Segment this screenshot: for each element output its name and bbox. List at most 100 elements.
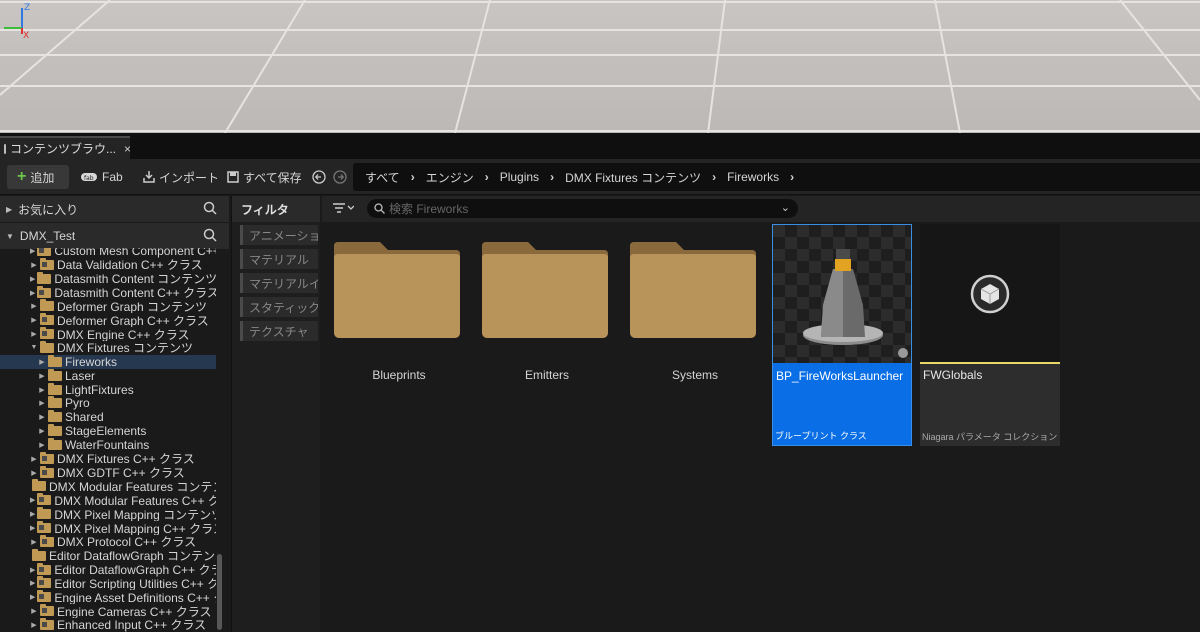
chevron-right-icon[interactable]: › — [790, 170, 794, 184]
search-icon[interactable] — [203, 228, 217, 242]
filter-chip[interactable]: アニメーション — [240, 225, 318, 245]
tree-item[interactable]: ▶ Custom Mesh Component C++ — [0, 248, 216, 258]
history-back-button[interactable] — [312, 165, 326, 189]
folder-blueprints[interactable]: Blueprints — [322, 226, 470, 386]
chevron-right-icon[interactable]: ▶ — [38, 427, 46, 435]
chevron-right-icon[interactable]: ▶ — [30, 607, 38, 615]
filter-panel: フィルタ アニメーション マテリアル マテリアルインスタンス スタティックメッシ… — [231, 196, 320, 632]
chevron-right-icon[interactable]: ▶ — [30, 330, 38, 338]
tree-item[interactable]: ▶ Shared — [0, 410, 216, 424]
chevron-right-icon[interactable]: ▶ — [30, 316, 38, 324]
chevron-down-icon[interactable]: ▼ — [30, 344, 38, 351]
level-viewport[interactable]: Z X — [0, 0, 1200, 133]
filter-chip[interactable]: マテリアルインスタンス — [240, 273, 318, 293]
chevron-right-icon[interactable]: ▶ — [30, 621, 38, 629]
breadcrumb-item[interactable]: すべて — [365, 169, 400, 186]
tree-item[interactable]: ▶ WaterFountains — [0, 437, 216, 452]
breadcrumb-item[interactable]: Fireworks — [727, 170, 779, 184]
chevron-right-icon[interactable]: › — [485, 170, 489, 184]
tree-item[interactable]: ▶ DMX GDTF C++ クラス — [0, 465, 216, 480]
tree-item[interactable]: ▶ Fireworks — [0, 354, 216, 369]
folder-icon — [40, 534, 54, 547]
import-button[interactable]: インポート — [142, 165, 219, 189]
chevron-right-icon[interactable]: ▶ — [38, 386, 46, 394]
chevron-right-icon[interactable]: › — [712, 170, 716, 184]
chevron-right-icon[interactable]: ▶ — [30, 261, 38, 269]
chevron-right-icon[interactable]: ▶ — [30, 593, 35, 601]
tree-item[interactable]: ▶ Engine Asset Definitions C++ クラス — [0, 590, 216, 604]
asset-card-parameter-collection[interactable]: FWGlobals Niagara パラメータ コレクション — [920, 224, 1060, 446]
tree-item[interactable]: ▼ DMX Fixtures コンテンツ — [0, 340, 216, 355]
breadcrumb-item[interactable]: DMX Fixtures コンテンツ — [565, 169, 701, 186]
history-forward-button[interactable] — [333, 165, 347, 189]
tree-item[interactable]: ▶ LightFixtures — [0, 382, 216, 397]
tree-item[interactable]: ▶ Datasmith Content C++ クラス — [0, 285, 216, 300]
chevron-right-icon[interactable]: › — [550, 170, 554, 184]
tree-item[interactable]: ▶ Deformer Graph C++ クラス — [0, 313, 216, 327]
chevron-right-icon[interactable]: › — [411, 170, 415, 184]
chevron-right-icon[interactable]: ▶ — [38, 441, 46, 449]
tree-item[interactable]: Editor DataflowGraph コンテンツ — [0, 548, 216, 563]
asset-card-blueprint[interactable]: BP_FireWorksLauncher ブループリント クラス — [772, 224, 912, 446]
chevron-right-icon[interactable]: ▶ — [30, 524, 35, 532]
favorites-header[interactable]: ▶ お気に入り — [0, 196, 229, 222]
tree-item[interactable]: ▶ Engine Cameras C++ クラス — [0, 604, 216, 618]
tree-item[interactable]: ▶ DMX Fixtures C++ クラス — [0, 451, 216, 466]
chevron-right-icon[interactable]: ▶ — [30, 510, 35, 518]
tree-item[interactable]: ▶ Editor Scripting Utilities C++ クラス — [0, 576, 216, 590]
chevron-right-icon[interactable]: ▶ — [30, 289, 35, 297]
tree-item[interactable]: ▶ Pyro — [0, 396, 216, 410]
folder-icon — [48, 437, 62, 450]
tree-item[interactable]: ▶ DMX Pixel Mapping コンテンツ — [0, 507, 216, 521]
chevron-down-icon[interactable]: ⌄ — [781, 201, 790, 214]
tree-item[interactable]: ▶ StageElements — [0, 424, 216, 438]
tree-item[interactable]: ▶ Enhanced Input C++ クラス — [0, 617, 216, 632]
fab-button[interactable]: fab Fab — [80, 165, 123, 189]
blueprint-thumbnail — [773, 225, 911, 363]
close-icon[interactable]: × — [124, 142, 131, 156]
tree-item[interactable]: ▶ DMX Protocol C++ クラス — [0, 534, 216, 549]
breadcrumb-item[interactable]: Plugins — [500, 170, 539, 184]
filter-chip[interactable]: テクスチャ — [240, 321, 318, 341]
search-icon[interactable] — [203, 201, 217, 215]
chevron-right-icon[interactable]: ▶ — [30, 469, 38, 477]
chevron-right-icon[interactable]: ▶ — [38, 413, 46, 421]
chevron-right-icon[interactable]: ▶ — [30, 275, 35, 283]
folder-emitters[interactable]: Emitters — [470, 226, 618, 386]
tree-item[interactable]: DMX Modular Features コンテンツ — [0, 479, 216, 493]
chevron-right-icon[interactable]: ▶ — [30, 538, 38, 546]
tree-scrollbar[interactable] — [217, 554, 222, 630]
folder-icon — [482, 242, 608, 338]
chevron-right-icon[interactable]: ▶ — [30, 248, 35, 255]
save-all-button[interactable]: すべて保存 — [227, 165, 302, 189]
folder-icon — [40, 617, 54, 630]
folder-icon — [37, 493, 52, 506]
filter-chip[interactable]: スタティックメッシュ — [240, 297, 318, 317]
folder-icon — [48, 396, 62, 409]
breadcrumb-item[interactable]: エンジン — [426, 169, 474, 186]
tree-item[interactable]: ▶ DMX Engine C++ クラス — [0, 327, 216, 341]
tab-content-browser[interactable]: コンテンツブラウ... × — [0, 136, 131, 159]
tree-item[interactable]: ▶ DMX Pixel Mapping C++ クラス — [0, 521, 216, 535]
chevron-right-icon[interactable]: ▶ — [38, 399, 46, 407]
chevron-right-icon[interactable]: ▶ — [30, 496, 35, 504]
tree-item[interactable]: ▶ Datasmith Content コンテンツ — [0, 271, 216, 286]
chevron-right-icon[interactable]: ▶ — [30, 579, 35, 587]
filter-chip[interactable]: マテリアル — [240, 249, 318, 269]
chevron-right-icon[interactable]: ▶ — [38, 358, 46, 366]
tree-item[interactable]: ▶ DMX Modular Features C++ クラス — [0, 493, 216, 507]
chevron-right-icon[interactable]: ▶ — [30, 302, 38, 310]
chevron-right-icon[interactable]: ▶ — [30, 566, 35, 574]
filter-dropdown-icon[interactable] — [332, 202, 355, 217]
folder-systems[interactable]: Systems — [618, 226, 766, 386]
chevron-right-icon[interactable]: ▶ — [30, 455, 38, 463]
tree-item-label: Data Validation C++ クラス — [57, 258, 203, 272]
tree-item[interactable]: ▶ Data Validation C++ クラス — [0, 257, 216, 272]
tree-item[interactable]: ▶ Deformer Graph コンテンツ — [0, 299, 216, 313]
project-header[interactable]: ▼ DMX_Test — [0, 223, 229, 249]
search-input[interactable]: 検索 Fireworks ⌄ — [367, 199, 798, 218]
add-button[interactable]: + 追加 — [7, 165, 69, 189]
tree-item[interactable]: ▶ Laser — [0, 368, 216, 383]
tree-item[interactable]: ▶ Editor DataflowGraph C++ クラス — [0, 562, 216, 577]
chevron-right-icon[interactable]: ▶ — [38, 372, 46, 380]
